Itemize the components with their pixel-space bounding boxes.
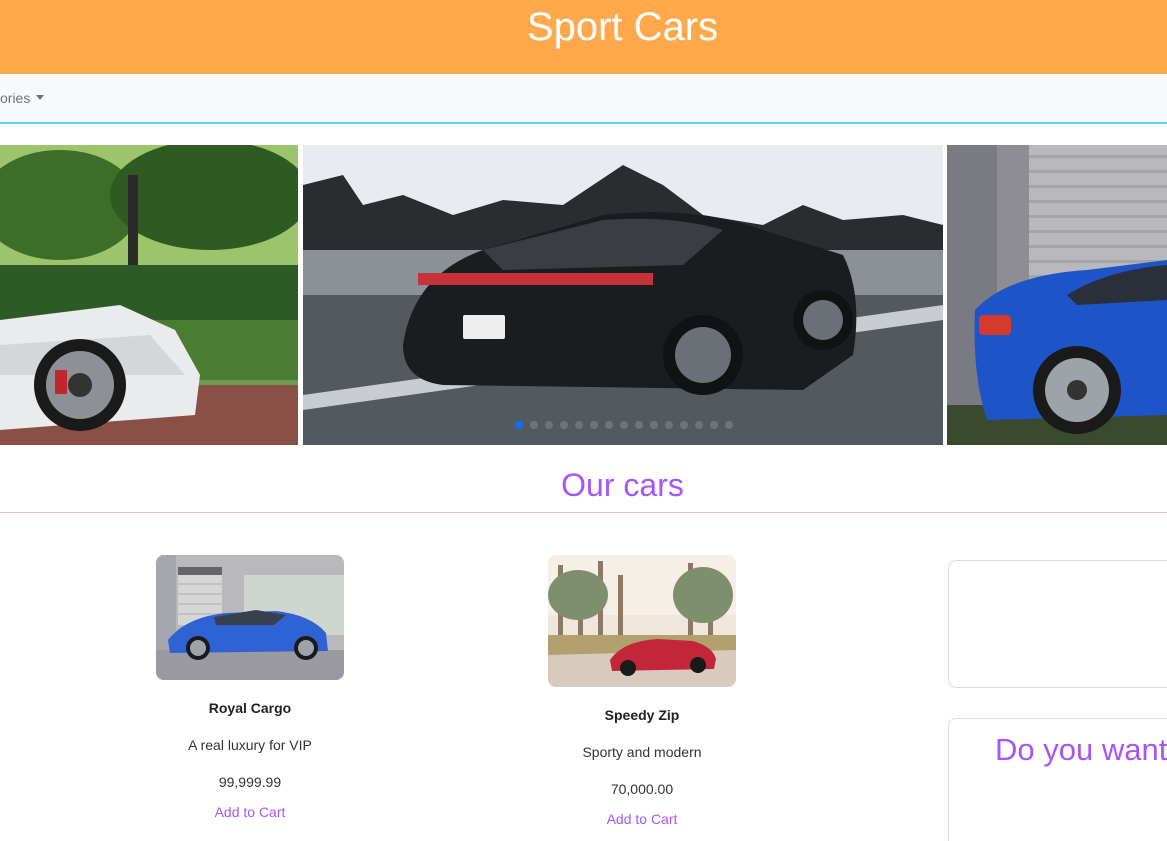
product-description: A real luxury for VIP <box>188 737 312 753</box>
section-divider <box>0 512 1167 513</box>
promo-heading: Do you want <box>995 732 1167 767</box>
carousel-indicator-dot[interactable] <box>515 421 523 429</box>
product-card: Speedy Zip Sporty and modern 70,000.00 A… <box>512 555 772 827</box>
site-header: Sport Cars <box>0 0 1167 74</box>
carousel-slide-next[interactable] <box>947 145 1167 445</box>
categories-dropdown-label: ories <box>0 90 31 106</box>
product-name: Royal Cargo <box>208 700 292 716</box>
blue-car-thumbnail <box>156 555 344 680</box>
product-image[interactable] <box>156 555 344 680</box>
carousel-indicator-dot[interactable] <box>710 421 718 429</box>
carousel-indicator-dot[interactable] <box>620 421 628 429</box>
add-to-cart-button[interactable]: Add to Cart <box>120 804 380 820</box>
navbar: ories <box>0 74 1167 124</box>
product-card: Royal Cargo A real luxury for VIP 99,999… <box>120 555 380 820</box>
white-sports-car-photo <box>0 145 298 445</box>
sidebar-card <box>948 560 1167 688</box>
section-title: Our cars <box>561 467 684 503</box>
carousel-indicator-dot[interactable] <box>575 421 583 429</box>
carousel-indicator-dot[interactable] <box>605 421 613 429</box>
product-image[interactable] <box>548 555 736 687</box>
carousel-indicator-dot[interactable] <box>650 421 658 429</box>
carousel-indicator-dot[interactable] <box>560 421 568 429</box>
blue-bmw-photo <box>947 145 1167 445</box>
carousel-indicator-dot[interactable] <box>530 421 538 429</box>
carousel-indicator-dot[interactable] <box>725 421 733 429</box>
carousel-indicator-dot[interactable] <box>665 421 673 429</box>
categories-dropdown[interactable]: ories <box>0 90 45 108</box>
add-to-cart-button[interactable]: Add to Cart <box>512 811 772 827</box>
carousel-indicator-dot[interactable] <box>680 421 688 429</box>
carousel-slide-previous[interactable] <box>0 145 298 445</box>
carousel-indicator-dot[interactable] <box>590 421 598 429</box>
carousel-indicator-dot[interactable] <box>545 421 553 429</box>
carousel-indicator-dot[interactable] <box>635 421 643 429</box>
carousel-slide-active[interactable] <box>303 145 943 445</box>
black-porsche-photo <box>303 145 943 445</box>
product-price: 99,999.99 <box>218 774 282 790</box>
product-name: Speedy Zip <box>604 707 680 723</box>
promo-card: Do you want <box>948 718 1167 841</box>
product-description: Sporty and modern <box>582 744 702 760</box>
page: Sport Cars ories Our cars Royal Cargo A … <box>0 0 1167 841</box>
red-car-thumbnail <box>548 555 736 687</box>
product-price: 70,000.00 <box>610 781 674 797</box>
carousel-indicator-dot[interactable] <box>695 421 703 429</box>
caret-down-icon <box>36 95 45 100</box>
site-title: Sport Cars <box>526 5 719 49</box>
